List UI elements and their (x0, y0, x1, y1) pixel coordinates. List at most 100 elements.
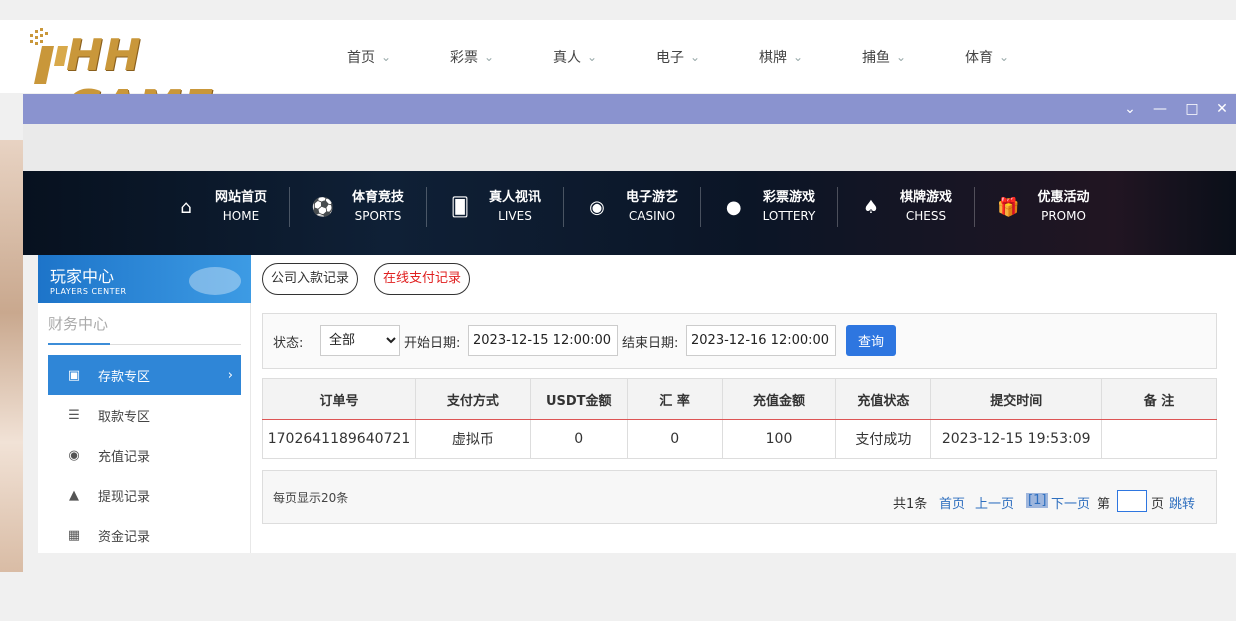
hand-money-icon: ☰ (68, 407, 80, 423)
chevron-right-icon: › (227, 367, 233, 383)
sidebar-header: 玩家中心 PLAYERS CENTER (38, 255, 251, 303)
gift-icon: 🎁 (997, 196, 1020, 218)
top-nav-label: 真人 (553, 49, 581, 66)
banner-nav-item[interactable]: ◉ 电子游艺 CASINO (564, 187, 701, 227)
tab-company-deposit-records[interactable]: 公司入款记录 (262, 263, 359, 295)
banner-nav-sublabel: PROMO (1041, 209, 1086, 223)
banner-nav-sublabel: CASINO (628, 209, 676, 223)
top-nav-item[interactable]: 体育 ⌄ (953, 20, 1056, 93)
banner-nav-item[interactable]: ♠ 棋牌游戏 CHESS (838, 187, 975, 227)
first-page-link[interactable]: 首页 (939, 493, 965, 512)
spade-icon: ♠ (862, 196, 880, 218)
table-header-cell: 提交时间 (930, 378, 1103, 420)
top-nav-item[interactable]: 彩票 ⌄ (438, 20, 541, 93)
sidebar-item-label: 充值记录 (98, 449, 151, 465)
sidebar-item-label: 取款专区 (98, 409, 151, 425)
banner-nav-item[interactable]: ● 彩票游戏 LOTTERY (701, 187, 838, 227)
banner-nav-text: 真人视讯 LIVES (489, 189, 541, 225)
minimize-icon[interactable]: — (1149, 99, 1171, 119)
page-prefix: 第 (1097, 497, 1111, 512)
site-logo[interactable]: HH GAME (28, 26, 290, 132)
sidebar: 玩家中心 PLAYERS CENTER 财务中心 ▣ 存款专区 › ☰ 取款专区 ◉ … (38, 255, 251, 553)
maximize-icon[interactable]: □ (1181, 99, 1203, 119)
top-nav-label: 体育 (965, 49, 993, 66)
start-date-input[interactable] (468, 325, 618, 356)
table-header-cell: USDT金额 (530, 378, 628, 420)
pagination-bar: 每页显示20条 共1条 首页 上一页 [1] 下一页 第 页 跳转 (262, 470, 1217, 524)
table-header-row: 订单号 支付方式 USDT金额汇 率充值金额 充值状态 提交时间备 注 (262, 378, 1217, 420)
chevron-down-icon: ⌄ (793, 49, 804, 64)
lottery-icon: ● (725, 196, 742, 218)
top-nav-item[interactable]: 捕鱼 ⌄ (850, 20, 953, 93)
table-cell: 0 (530, 419, 628, 459)
logo-mark-icon (30, 28, 68, 84)
finance-center-tab[interactable]: 财务中心 (48, 313, 241, 345)
banner-nav-label: 彩票游戏 (762, 190, 815, 205)
banner-nav-item[interactable]: 🎁 优惠活动 PROMO (975, 187, 1112, 227)
tab-online-payment-records[interactable]: 在线支付记录 (374, 263, 471, 295)
tab-online-payment-label: 在线支付记录 (383, 271, 462, 286)
table-cell: 支付成功 (835, 419, 932, 459)
sidebar-menu: ▣ 存款专区 › ☰ 取款专区 ◉ 充值记录 ▲ 提现记录 ▦ 资金记录 (48, 355, 241, 555)
top-nav-item[interactable]: 真人 ⌄ (541, 20, 644, 93)
sidebar-item[interactable]: ▣ 存款专区 › (48, 355, 241, 395)
window-titlebar[interactable]: ⌄ — □ ✕ (23, 94, 1236, 124)
sidebar-item-label: 存款专区 (98, 369, 151, 385)
banner-nav-label: 优惠活动 (1037, 190, 1090, 205)
window-gray-bar (23, 124, 1236, 172)
top-nav-label: 彩票 (450, 49, 478, 66)
banner-nav-item[interactable]: 🂠 真人视讯 LIVES (427, 187, 564, 227)
banner-nav-label: 体育竞技 (351, 190, 404, 205)
total-count: 共1条 (893, 497, 928, 512)
page-suffix: 页 (1151, 497, 1165, 512)
top-nav-item[interactable]: 电子 ⌄ (644, 20, 747, 93)
home-icon: ⌂ (180, 196, 192, 218)
end-date-input[interactable] (686, 325, 836, 356)
sidebar-item[interactable]: ◉ 充值记录 (48, 435, 241, 475)
records-table: 订单号 支付方式 USDT金额汇 率充值金额 充值状态 提交时间备 注 17026411… (262, 378, 1217, 459)
table-header-cell: 订单号 (262, 378, 416, 420)
status-select[interactable]: 全部 (320, 325, 400, 356)
page-number-input[interactable] (1117, 490, 1147, 512)
next-page-link[interactable]: 下一页 (1051, 493, 1090, 512)
table-header-cell: 汇 率 (627, 378, 723, 420)
sidebar-item[interactable]: ☰ 取款专区 (48, 395, 241, 435)
table-cell: 0 (627, 419, 723, 459)
collapse-icon[interactable]: ⌄ (1119, 99, 1141, 119)
banner-nav-sublabel: SPORTS (354, 209, 402, 223)
banner-nav-item[interactable]: ⌂ 网站首页 HOME (153, 187, 290, 227)
sidebar-item-label: 资金记录 (98, 529, 151, 545)
jump-link[interactable]: 跳转 (1169, 493, 1195, 512)
banner-nav-item[interactable]: ⚽ 体育竞技 SPORTS (290, 187, 427, 227)
banner-nav-sublabel: LIVES (498, 209, 532, 223)
top-nav-item[interactable]: 棋牌 ⌄ (747, 20, 850, 93)
table-cell: 2023-12-15 19:53:09 (930, 419, 1103, 459)
end-date-label: 结束日期: (622, 336, 679, 351)
banner-nav-text: 棋牌游戏 CHESS (900, 189, 952, 225)
table-cell (1101, 419, 1217, 459)
top-nav: 首页 ⌄ 彩票 ⌄ 真人 ⌄ 电子 ⌄ 棋牌 ⌄ 捕鱼 ⌄ 体育 ⌄ (335, 20, 1056, 93)
close-icon[interactable]: ✕ (1211, 99, 1233, 119)
chevron-down-icon: ⌄ (587, 49, 598, 64)
sidebar-item[interactable]: ▦ 资金记录 (48, 515, 241, 555)
chevron-down-icon: ⌄ (690, 49, 701, 64)
banner-nav-sublabel: LOTTERY (762, 209, 816, 223)
slot-icon: ◉ (589, 196, 605, 218)
banner-nav-label: 真人视讯 (488, 190, 541, 205)
top-nav-label: 捕鱼 (862, 49, 890, 66)
sidebar-item[interactable]: ▲ 提现记录 (48, 475, 241, 515)
banner-nav-text: 体育竞技 SPORTS (352, 189, 404, 225)
tab-company-deposit-label: 公司入款记录 (271, 271, 350, 286)
chevron-down-icon: ⌄ (484, 49, 495, 64)
start-date-label: 开始日期: (404, 336, 461, 351)
content-area: 玩家中心 PLAYERS CENTER 财务中心 ▣ 存款专区 › ☰ 取款专区 ◉ … (38, 255, 1236, 553)
promo-image-strip (0, 140, 23, 572)
per-page-text: 每页显示20条 (273, 491, 349, 505)
top-nav-item[interactable]: 首页 ⌄ (335, 20, 438, 93)
query-button[interactable]: 查询 (846, 325, 896, 356)
sidebar-item-label: 提现记录 (98, 489, 151, 505)
banner-nav-sublabel: HOME (222, 209, 260, 223)
ledger-icon: ▦ (67, 527, 81, 543)
prev-page-link[interactable]: 上一页 (975, 493, 1014, 512)
current-page[interactable]: [1] (1026, 493, 1049, 508)
